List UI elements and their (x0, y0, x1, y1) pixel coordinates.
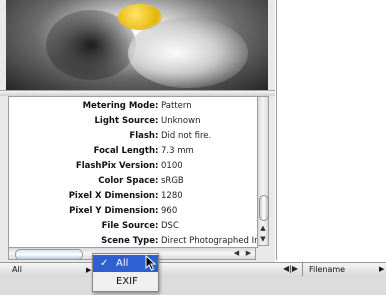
metadata-key: Scene Type (101, 236, 155, 246)
scroll-right-icon[interactable]: ▶ (243, 248, 254, 259)
metadata-key: File Source (101, 221, 155, 231)
metadata-value: 960 (161, 206, 178, 216)
column-resize-icon[interactable]: ◀|▶ (283, 264, 298, 273)
preview-powder (128, 18, 248, 88)
metadata-row: Focal Length : 7.3 mm (9, 144, 257, 158)
metadata-row: Scene Type : Direct Photographed Im (9, 234, 257, 247)
metadata-key: Metering Mode (82, 101, 155, 111)
metadata-row: File Source : DSC (9, 219, 257, 233)
sort-by-select[interactable]: Filename (309, 262, 345, 277)
vertical-scrollbar[interactable]: ▲ ▼ (257, 96, 269, 246)
menu-item-label: All (116, 258, 129, 269)
metadata-key: Pixel X Dimension (68, 191, 155, 201)
metadata-value: Pattern (161, 101, 192, 111)
window-bottom-edge (0, 277, 386, 295)
horizontal-scroll-thumb[interactable] (15, 249, 83, 260)
divider (302, 263, 303, 276)
metadata-row: Light Source : Unknown (9, 114, 257, 128)
metadata-view-select-label: All (12, 265, 22, 274)
metadata-value: sRGB (161, 176, 184, 186)
menu-item-label: EXIF (116, 276, 138, 287)
menu-item-exif[interactable]: EXIF (93, 273, 158, 290)
metadata-key: FlashPix Version (75, 161, 155, 171)
scroll-left-icon[interactable]: ◀ (231, 248, 242, 259)
image-preview (6, 0, 268, 90)
metadata-list: Metering Mode : Pattern Light Source : U… (8, 96, 258, 248)
dropdown-arrow-icon: ▶ (86, 266, 92, 274)
metadata-key: Light Source (94, 116, 156, 126)
metadata-value: Unknown (161, 116, 201, 126)
file-browser-pane (276, 0, 386, 260)
metadata-value: Direct Photographed Im (161, 236, 257, 246)
mouse-cursor-icon (145, 255, 157, 271)
scroll-down-icon[interactable]: ▼ (258, 234, 268, 244)
metadata-key: Color Space (98, 176, 155, 186)
metadata-key: Focal Length (93, 146, 155, 156)
metadata-row: FlashPix Version : 0100 (9, 159, 257, 173)
metadata-key: Pixel Y Dimension (69, 206, 155, 216)
metadata-value: 0100 (161, 161, 183, 171)
vertical-scroll-thumb[interactable] (259, 195, 269, 221)
metadata-row: Pixel X Dimension : 1280 (9, 189, 257, 203)
metadata-value: DSC (161, 221, 179, 231)
sort-dropdown-arrow-icon[interactable]: ▶ (379, 262, 384, 277)
metadata-view-select[interactable]: All ▶ (0, 263, 100, 277)
checkmark-icon: ✓ (100, 258, 109, 269)
metadata-key: Flash (129, 131, 155, 141)
scroll-up-icon[interactable]: ▲ (258, 223, 268, 233)
metadata-value: 1280 (161, 191, 183, 201)
metadata-row: Metering Mode : Pattern (9, 99, 257, 113)
metadata-row: Pixel Y Dimension : 960 (9, 204, 257, 218)
metadata-row: Flash : Did not fire. (9, 129, 257, 143)
metadata-value: Did not fire. (161, 131, 212, 141)
metadata-value: 7.3 mm (161, 146, 194, 156)
metadata-row: Color Space : sRGB (9, 174, 257, 188)
